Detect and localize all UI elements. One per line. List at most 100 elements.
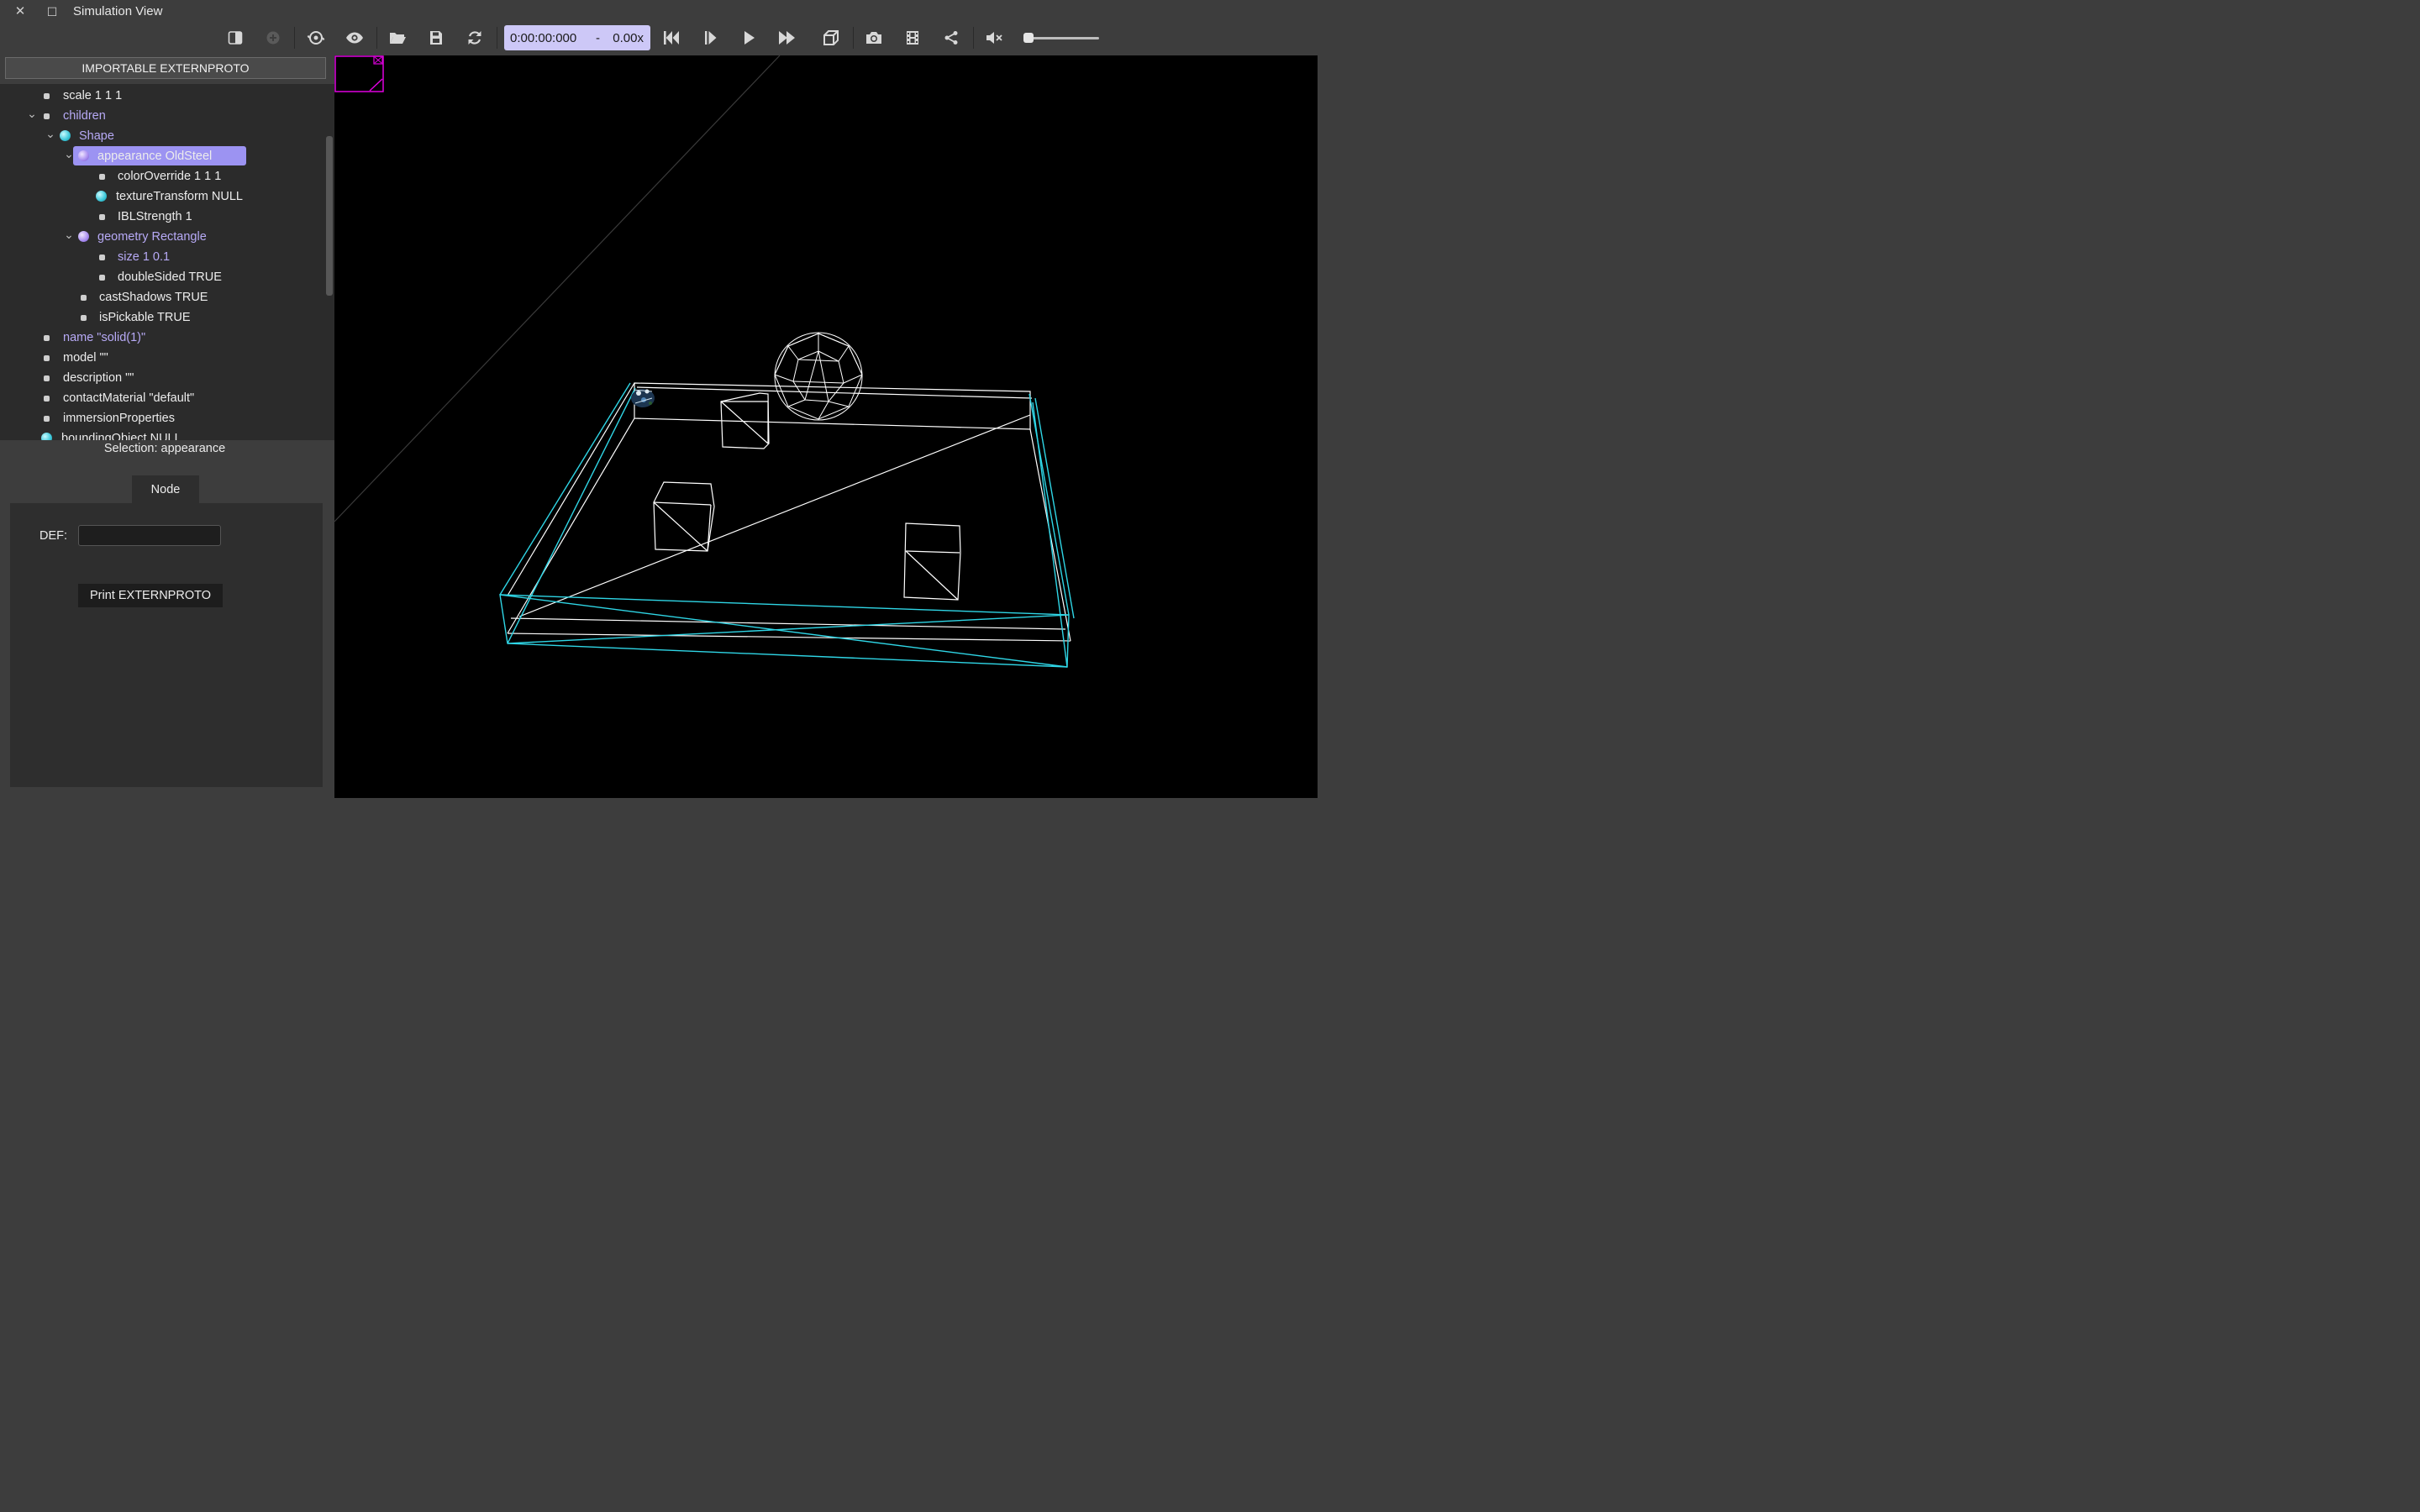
- tree-item[interactable]: ⌄ children: [0, 107, 324, 125]
- tree-item[interactable]: name "solid(1)": [0, 328, 324, 347]
- tree-item-label: description "": [63, 371, 134, 385]
- tree-item[interactable]: contactMaterial "default": [0, 389, 324, 407]
- volume-knob[interactable]: [1023, 33, 1034, 43]
- tree-item-label: name "solid(1)": [63, 331, 146, 344]
- robot-model[interactable]: [631, 389, 655, 407]
- scene-tree-scrollbar[interactable]: [324, 84, 334, 440]
- reset-simulation-icon[interactable]: [658, 24, 685, 52]
- tree-item[interactable]: colorOverride 1 1 1: [0, 167, 324, 186]
- node-ball-cyan-icon: [60, 130, 71, 141]
- tree-item[interactable]: boundingObject NULL: [0, 429, 324, 440]
- tree-item-label: IBLStrength 1: [118, 210, 192, 223]
- visibility-icon[interactable]: [341, 24, 368, 52]
- reload-world-icon[interactable]: [461, 24, 488, 52]
- time-label: 0:00:00:000: [510, 31, 577, 45]
- viewpoint-icon[interactable]: [302, 24, 329, 52]
- speed-label: 0.00x: [613, 31, 644, 45]
- close-icon[interactable]: ✕: [12, 3, 29, 20]
- overlay-minimap[interactable]: [334, 55, 384, 92]
- print-externproto-button[interactable]: Print EXTERNPROTO: [78, 584, 223, 607]
- save-world-icon[interactable]: [423, 24, 450, 52]
- tree-item[interactable]: textureTransform NULL: [0, 187, 324, 206]
- chevron-down-icon[interactable]: ⌄: [64, 147, 74, 160]
- tree-item-label: textureTransform NULL: [116, 190, 243, 203]
- tree-item-label: contactMaterial "default": [63, 391, 195, 405]
- tree-item[interactable]: ⌄ geometry Rectangle: [0, 228, 324, 246]
- tree-item[interactable]: description "": [0, 369, 324, 387]
- field-bullet-icon: [99, 275, 105, 281]
- field-bullet-icon: [81, 295, 87, 301]
- movie-icon[interactable]: [899, 24, 926, 52]
- toolbar: 0:00:00:000 - 0.00x: [0, 24, 1318, 54]
- field-bullet-icon: [44, 355, 50, 361]
- tree-item-label: boundingObject NULL: [61, 432, 182, 440]
- arena-floor-wireframe: [507, 382, 1071, 642]
- view-icon[interactable]: [818, 24, 844, 52]
- chevron-down-icon[interactable]: ⌄: [45, 127, 55, 140]
- tree-item[interactable]: scale 1 1 1: [0, 87, 324, 105]
- field-bullet-icon: [44, 396, 50, 402]
- tree-item-label: isPickable TRUE: [99, 311, 191, 324]
- tree-item[interactable]: ⌄ Shape: [0, 127, 324, 145]
- share-icon[interactable]: [938, 24, 965, 52]
- def-label: DEF:: [39, 529, 68, 543]
- field-bullet-icon: [99, 174, 105, 180]
- background-line: [334, 55, 781, 522]
- tree-item-label: colorOverride 1 1 1: [118, 170, 222, 183]
- box-2-wireframe: [653, 481, 715, 552]
- scene-tree: scale 1 1 1 ⌄ children ⌄ Shape ⌄ appearance Ol…: [0, 84, 334, 440]
- tree-item[interactable]: castShadows TRUE: [0, 288, 324, 307]
- tree-item[interactable]: IBLStrength 1: [0, 207, 324, 226]
- field-bullet-icon: [44, 335, 50, 341]
- tree-item-label: model "": [63, 351, 108, 365]
- add-node-icon[interactable]: [260, 24, 287, 52]
- field-bullet-icon: [99, 255, 105, 260]
- time-separator: -: [596, 31, 600, 45]
- tree-item[interactable]: isPickable TRUE: [0, 308, 324, 327]
- node-ball-cyan-icon: [41, 433, 52, 440]
- tree-item-label: doubleSided TRUE: [118, 270, 222, 284]
- node-ball-cyan-icon: [96, 191, 107, 202]
- tree-item-label: appearance OldSteel: [97, 150, 213, 163]
- box-3-wireframe: [903, 522, 961, 601]
- 3d-viewport[interactable]: [334, 55, 1318, 798]
- scrollbar-thumb[interactable]: [326, 136, 333, 296]
- def-input[interactable]: [78, 525, 221, 546]
- volume-track: [1023, 37, 1099, 39]
- importable-externproto-button[interactable]: IMPORTABLE EXTERNPROTO: [5, 57, 326, 79]
- hide-scene-tree-icon[interactable]: [222, 24, 249, 52]
- mute-icon[interactable]: [981, 24, 1007, 52]
- tree-item-label: children: [63, 109, 106, 123]
- volume-slider[interactable]: [1023, 33, 1101, 43]
- field-bullet-icon: [44, 113, 50, 119]
- open-world-icon[interactable]: [384, 24, 411, 52]
- field-bullet-icon: [44, 416, 50, 422]
- maximize-icon[interactable]: ☐: [44, 3, 60, 20]
- tree-item-label: Shape: [79, 129, 114, 143]
- chevron-down-icon[interactable]: ⌄: [27, 107, 37, 120]
- field-bullet-icon: [44, 93, 50, 99]
- fast-icon[interactable]: [774, 24, 801, 52]
- tab-node[interactable]: Node: [132, 475, 199, 504]
- tree-item-label: geometry Rectangle: [97, 230, 207, 244]
- arena-boundary-wireframe: [499, 382, 1075, 668]
- tree-item[interactable]: ⌄ appearance OldSteel: [0, 147, 324, 165]
- tree-item[interactable]: size 1 0.1: [0, 248, 324, 266]
- simulation-time-display: 0:00:00:000 - 0.00x: [504, 25, 650, 50]
- field-bullet-icon: [81, 315, 87, 321]
- tree-item-label: immersionProperties: [63, 412, 175, 425]
- chevron-down-icon[interactable]: ⌄: [64, 228, 74, 241]
- title-bar: ✕ ☐ Simulation View: [0, 0, 1318, 24]
- tree-item[interactable]: immersionProperties: [0, 409, 324, 428]
- step-icon[interactable]: [697, 24, 723, 52]
- tree-item-label: scale 1 1 1: [63, 89, 123, 102]
- tree-item[interactable]: model "": [0, 349, 324, 367]
- node-ball-purple-icon: [78, 150, 89, 161]
- screenshot-icon[interactable]: [860, 24, 887, 52]
- field-bullet-icon: [44, 375, 50, 381]
- tree-item[interactable]: doubleSided TRUE: [0, 268, 324, 286]
- window-title: Simulation View: [73, 4, 163, 18]
- run-icon[interactable]: [735, 24, 762, 52]
- tree-item-label: size 1 0.1: [118, 250, 171, 264]
- sphere-wireframe: [774, 332, 863, 421]
